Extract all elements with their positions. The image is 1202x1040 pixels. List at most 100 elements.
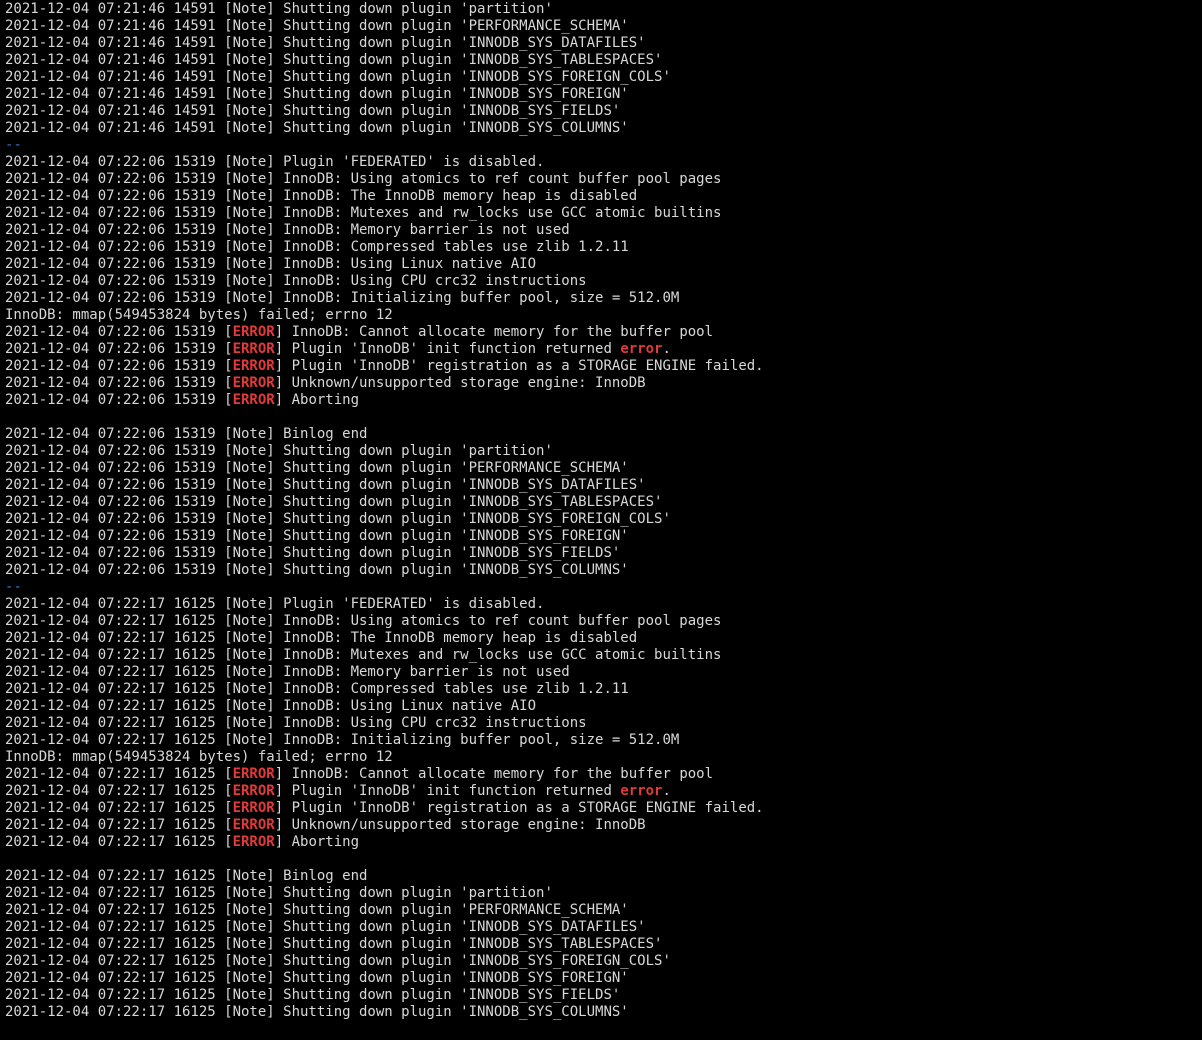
log-line-error: 2021-12-04 07:22:06 15319 [ERROR] Plugin…	[5, 358, 1202, 375]
log-line: 2021-12-04 07:22:06 15319 [Note] Shuttin…	[5, 443, 1202, 460]
log-text: 2021-12-04 07:22:17 16125 [Note] InnoDB:…	[5, 630, 638, 646]
log-line: 2021-12-04 07:22:17 16125 [Note] InnoDB:…	[5, 630, 1202, 647]
log-text: 2021-12-04 07:22:06 15319 [	[5, 375, 233, 391]
log-text: 2021-12-04 07:22:17 16125 [Note] Shuttin…	[5, 902, 629, 918]
log-line: InnoDB: mmap(549453824 bytes) failed; er…	[5, 307, 1202, 324]
log-text: ] Unknown/unsupported storage engine: In…	[274, 375, 646, 391]
log-text: 2021-12-04 07:21:46 14591 [Note] Shuttin…	[5, 103, 621, 119]
log-text: 2021-12-04 07:22:06 15319 [Note] Shuttin…	[5, 460, 629, 476]
log-line: 2021-12-04 07:22:17 16125 [Note] Plugin …	[5, 596, 1202, 613]
log-line: 2021-12-04 07:22:06 15319 [Note] InnoDB:…	[5, 188, 1202, 205]
log-text: 2021-12-04 07:22:17 16125 [Note] InnoDB:…	[5, 732, 680, 748]
log-line-error: 2021-12-04 07:22:17 16125 [ERROR] Unknow…	[5, 817, 1202, 834]
log-text: 2021-12-04 07:22:17 16125 [Note] InnoDB:…	[5, 681, 629, 697]
log-line-error: 2021-12-04 07:22:17 16125 [ERROR] Plugin…	[5, 783, 1202, 800]
log-text: 2021-12-04 07:22:06 15319 [	[5, 392, 233, 408]
log-line: 2021-12-04 07:22:17 16125 [Note] InnoDB:…	[5, 664, 1202, 681]
log-line: 2021-12-04 07:22:17 16125 [Note] InnoDB:…	[5, 715, 1202, 732]
log-line: 2021-12-04 07:21:46 14591 [Note] Shuttin…	[5, 18, 1202, 35]
log-text: 2021-12-04 07:22:06 15319 [Note] Shuttin…	[5, 477, 646, 493]
log-text: 2021-12-04 07:21:46 14591 [Note] Shuttin…	[5, 1, 553, 17]
log-text: 2021-12-04 07:22:06 15319 [Note] Binlog …	[5, 426, 368, 442]
log-line: 2021-12-04 07:22:17 16125 [Note] Shuttin…	[5, 919, 1202, 936]
log-text: 2021-12-04 07:22:06 15319 [	[5, 324, 233, 340]
log-line: 2021-12-04 07:22:06 15319 [Note] Shuttin…	[5, 545, 1202, 562]
log-text: 2021-12-04 07:22:17 16125 [Note] Shuttin…	[5, 1004, 629, 1020]
log-text: 2021-12-04 07:22:06 15319 [Note] Plugin …	[5, 154, 545, 170]
log-line: 2021-12-04 07:21:46 14591 [Note] Shuttin…	[5, 35, 1202, 52]
error-level-badge: ERROR	[232, 358, 275, 374]
log-text: 2021-12-04 07:22:06 15319 [Note] InnoDB:…	[5, 222, 570, 238]
log-line: 2021-12-04 07:22:17 16125 [Note] Shuttin…	[5, 1004, 1202, 1021]
terminal-output[interactable]: 2021-12-04 07:21:46 14591 [Note] Shuttin…	[0, 0, 1202, 1040]
log-text: 2021-12-04 07:22:17 16125 [Note] Shuttin…	[5, 885, 553, 901]
log-text: 2021-12-04 07:21:46 14591 [Note] Shuttin…	[5, 52, 663, 68]
log-text: ] Plugin 'InnoDB' registration as a STOR…	[274, 800, 764, 816]
log-line: 2021-12-04 07:22:17 16125 [Note] InnoDB:…	[5, 613, 1202, 630]
log-text: 2021-12-04 07:22:17 16125 [	[5, 800, 233, 816]
log-text: 2021-12-04 07:22:17 16125 [Note] Binlog …	[5, 868, 368, 884]
log-text: ] InnoDB: Cannot allocate memory for the…	[274, 324, 714, 340]
log-text: ] Plugin 'InnoDB' init function returned	[274, 341, 621, 357]
log-text: 2021-12-04 07:22:17 16125 [	[5, 783, 233, 799]
log-line: 2021-12-04 07:21:46 14591 [Note] Shuttin…	[5, 1, 1202, 18]
error-level-badge: ERROR	[232, 834, 275, 850]
log-line-error: 2021-12-04 07:22:17 16125 [ERROR] InnoDB…	[5, 766, 1202, 783]
log-text: ] Aborting	[274, 834, 360, 850]
log-text: 2021-12-04 07:21:46 14591 [Note] Shuttin…	[5, 69, 671, 85]
log-text: InnoDB: mmap(549453824 bytes) failed; er…	[5, 307, 393, 323]
separator-text: --	[5, 579, 22, 595]
log-text: 2021-12-04 07:21:46 14591 [Note] Shuttin…	[5, 18, 629, 34]
log-text: 2021-12-04 07:22:17 16125 [Note] Shuttin…	[5, 953, 671, 969]
error-level-badge: ERROR	[232, 800, 275, 816]
log-text: 2021-12-04 07:22:17 16125 [	[5, 817, 233, 833]
log-line: 2021-12-04 07:21:46 14591 [Note] Shuttin…	[5, 120, 1202, 137]
error-level-badge: ERROR	[232, 324, 275, 340]
log-text: 2021-12-04 07:22:17 16125 [Note] Plugin …	[5, 596, 545, 612]
error-level-badge: ERROR	[232, 392, 275, 408]
log-line-error: 2021-12-04 07:22:06 15319 [ERROR] Plugin…	[5, 341, 1202, 358]
log-line: 2021-12-04 07:22:17 16125 [Note] Shuttin…	[5, 953, 1202, 970]
error-level-badge: ERROR	[232, 783, 275, 799]
log-text: 2021-12-04 07:22:17 16125 [Note] InnoDB:…	[5, 664, 570, 680]
log-text: ] Unknown/unsupported storage engine: In…	[274, 817, 646, 833]
log-text: ] Plugin 'InnoDB' init function returned	[274, 783, 621, 799]
log-line: 2021-12-04 07:22:17 16125 [Note] Shuttin…	[5, 936, 1202, 953]
log-text: 2021-12-04 07:22:06 15319 [Note] Shuttin…	[5, 562, 629, 578]
error-level-badge: ERROR	[232, 817, 275, 833]
log-line: 2021-12-04 07:22:06 15319 [Note] Shuttin…	[5, 528, 1202, 545]
log-text: 2021-12-04 07:21:46 14591 [Note] Shuttin…	[5, 120, 629, 136]
log-line: 2021-12-04 07:22:17 16125 [Note] InnoDB:…	[5, 698, 1202, 715]
log-line: 2021-12-04 07:22:06 15319 [Note] InnoDB:…	[5, 222, 1202, 239]
log-text: 2021-12-04 07:21:46 14591 [Note] Shuttin…	[5, 35, 646, 51]
log-line: 2021-12-04 07:22:17 16125 [Note] Shuttin…	[5, 902, 1202, 919]
log-text: 2021-12-04 07:22:17 16125 [Note] Shuttin…	[5, 936, 663, 952]
log-line: 2021-12-04 07:22:06 15319 [Note] Shuttin…	[5, 477, 1202, 494]
log-text: 2021-12-04 07:22:06 15319 [Note] Shuttin…	[5, 545, 621, 561]
log-line: 2021-12-04 07:22:17 16125 [Note] Shuttin…	[5, 987, 1202, 1004]
error-keyword: error	[620, 341, 663, 357]
log-line: 2021-12-04 07:22:06 15319 [Note] InnoDB:…	[5, 290, 1202, 307]
log-line: 2021-12-04 07:22:06 15319 [Note] Shuttin…	[5, 460, 1202, 477]
log-text: 2021-12-04 07:22:06 15319 [Note] Shuttin…	[5, 528, 629, 544]
log-line: 2021-12-04 07:22:06 15319 [Note] InnoDB:…	[5, 256, 1202, 273]
separator-text: --	[5, 137, 22, 153]
log-line: 2021-12-04 07:22:06 15319 [Note] Shuttin…	[5, 511, 1202, 528]
log-line: InnoDB: mmap(549453824 bytes) failed; er…	[5, 749, 1202, 766]
log-text: 2021-12-04 07:22:17 16125 [Note] InnoDB:…	[5, 698, 537, 714]
log-separator: --	[5, 137, 1202, 154]
log-text: 2021-12-04 07:22:06 15319 [Note] Shuttin…	[5, 494, 663, 510]
log-line: 2021-12-04 07:22:06 15319 [Note] Shuttin…	[5, 494, 1202, 511]
error-keyword: error	[620, 783, 663, 799]
log-line-error: 2021-12-04 07:22:17 16125 [ERROR] Aborti…	[5, 834, 1202, 851]
log-line-error: 2021-12-04 07:22:06 15319 [ERROR] InnoDB…	[5, 324, 1202, 341]
log-text: 2021-12-04 07:22:06 15319 [Note] Shuttin…	[5, 511, 671, 527]
error-level-badge: ERROR	[232, 375, 275, 391]
log-line: 2021-12-04 07:22:06 15319 [Note] InnoDB:…	[5, 239, 1202, 256]
log-text: 2021-12-04 07:22:17 16125 [Note] Shuttin…	[5, 987, 621, 1003]
log-text: 2021-12-04 07:22:17 16125 [Note] InnoDB:…	[5, 613, 722, 629]
log-line-error: 2021-12-04 07:22:06 15319 [ERROR] Aborti…	[5, 392, 1202, 409]
log-text: .	[662, 341, 671, 357]
log-text: ] InnoDB: Cannot allocate memory for the…	[274, 766, 714, 782]
